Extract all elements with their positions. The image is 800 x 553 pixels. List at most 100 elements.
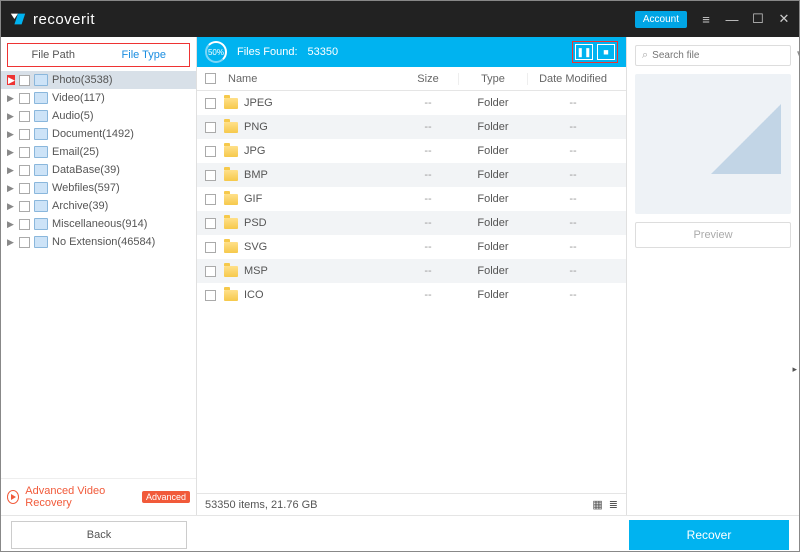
row-checkbox[interactable] [205, 122, 216, 133]
tree-item-8[interactable]: ▶Miscellaneous(914) [1, 215, 196, 233]
cell-size: -- [398, 193, 458, 205]
menu-icon[interactable]: ≡ [699, 12, 713, 27]
list-view-icon[interactable]: ≣ [609, 498, 618, 511]
folder-icon [224, 266, 238, 277]
tree-checkbox[interactable] [19, 129, 30, 140]
category-icon [34, 236, 48, 248]
row-checkbox[interactable] [205, 242, 216, 253]
tree-checkbox[interactable] [19, 183, 30, 194]
tree-item-2[interactable]: ▶Audio(5) [1, 107, 196, 125]
tree-item-4[interactable]: ▶Email(25) [1, 143, 196, 161]
search-box[interactable]: ⌕ [635, 45, 791, 66]
advanced-video-recovery[interactable]: Advanced Video Recovery Advanced [1, 478, 196, 515]
tree-item-6[interactable]: ▶Webfiles(597) [1, 179, 196, 197]
files-found-count: 53350 [308, 46, 339, 58]
cell-name: SVG [244, 241, 398, 253]
tree-item-9[interactable]: ▶ No Extension(46584) [1, 233, 196, 251]
chevron-right-icon[interactable]: ▶ [7, 147, 15, 158]
recover-button[interactable]: Recover [629, 520, 789, 550]
table-row[interactable]: SVG--Folder-- [197, 235, 626, 259]
table-row[interactable]: MSP--Folder-- [197, 259, 626, 283]
category-icon [34, 74, 48, 86]
row-checkbox[interactable] [205, 146, 216, 157]
chevron-right-icon[interactable]: ▶ [7, 165, 15, 176]
table-row[interactable]: GIF--Folder-- [197, 187, 626, 211]
row-checkbox[interactable] [205, 290, 216, 301]
row-checkbox[interactable] [205, 266, 216, 277]
col-type[interactable]: Type [458, 73, 528, 85]
cell-name: ICO [244, 289, 398, 301]
titlebar: recoverit Account ≡ — ☐ ✕ [1, 1, 799, 37]
tree-checkbox[interactable] [19, 111, 30, 122]
tree-checkbox[interactable] [19, 219, 30, 230]
cell-name: PSD [244, 217, 398, 229]
footer: Back Recover [1, 515, 799, 553]
table-row[interactable]: BMP--Folder-- [197, 163, 626, 187]
cell-size: -- [398, 169, 458, 181]
row-checkbox[interactable] [205, 218, 216, 229]
search-input[interactable] [652, 50, 784, 61]
cell-type: Folder [458, 241, 528, 253]
app-logo: recoverit [9, 10, 95, 28]
grid-view-icon[interactable]: ▦ [592, 498, 602, 511]
preview-button[interactable]: Preview [635, 222, 791, 248]
tab-file-type[interactable]: File Type [99, 44, 190, 66]
tree-checkbox[interactable] [19, 93, 30, 104]
folder-icon [224, 194, 238, 205]
minimize-button[interactable]: — [725, 12, 739, 27]
col-date[interactable]: Date Modified [528, 73, 618, 85]
chevron-right-icon[interactable]: ▶ [7, 93, 15, 104]
tree-item-5[interactable]: ▶DataBase(39) [1, 161, 196, 179]
chevron-right-icon[interactable]: ▶ [7, 237, 15, 248]
table-row[interactable]: ICO--Folder-- [197, 283, 626, 307]
tree-checkbox[interactable] [19, 201, 30, 212]
cell-date: -- [528, 217, 618, 229]
table-row[interactable]: JPG--Folder-- [197, 139, 626, 163]
tree-item-1[interactable]: ▶Video(117) [1, 89, 196, 107]
cell-name: GIF [244, 193, 398, 205]
cell-date: -- [528, 193, 618, 205]
chevron-right-icon[interactable]: ▶ [7, 129, 15, 140]
filter-tabs: File Path File Type [7, 43, 190, 67]
category-icon [34, 164, 48, 176]
expand-caret-icon[interactable]: ▸ [792, 364, 797, 375]
pause-scan-button[interactable]: ❚❚ [575, 44, 593, 60]
stop-scan-button[interactable]: ■ [597, 44, 615, 60]
tab-file-path[interactable]: File Path [8, 44, 99, 66]
cell-date: -- [528, 289, 618, 301]
category-icon [34, 128, 48, 140]
back-button[interactable]: Back [11, 521, 187, 549]
scan-progress-bar: 50% Files Found: 53350 ❚❚ ■ [197, 37, 626, 67]
row-checkbox[interactable] [205, 98, 216, 109]
col-name[interactable]: Name [224, 73, 398, 85]
tree-label: No Extension(46584) [52, 236, 155, 248]
chevron-right-icon[interactable]: ▶ [7, 111, 15, 122]
tree-item-7[interactable]: ▶ Archive(39) [1, 197, 196, 215]
files-found-label: Files Found: [237, 46, 298, 58]
chevron-right-icon[interactable]: ▶ [7, 75, 15, 85]
tree-checkbox[interactable] [19, 237, 30, 248]
preview-panel: ⌕ ∇ Preview ▸ [627, 37, 799, 515]
cell-name: MSP [244, 265, 398, 277]
col-size[interactable]: Size [398, 73, 458, 85]
maximize-button[interactable]: ☐ [751, 11, 765, 27]
close-button[interactable]: ✕ [777, 11, 791, 27]
chevron-right-icon[interactable]: ▶ [7, 183, 15, 194]
tree-label: Archive(39) [52, 200, 108, 212]
table-row[interactable]: PNG--Folder-- [197, 115, 626, 139]
account-button[interactable]: Account [635, 11, 687, 28]
tree-checkbox[interactable] [19, 165, 30, 176]
row-checkbox[interactable] [205, 194, 216, 205]
chevron-right-icon[interactable]: ▶ [7, 219, 15, 230]
chevron-right-icon[interactable]: ▶ [7, 201, 15, 212]
table-row[interactable]: PSD--Folder-- [197, 211, 626, 235]
table-header: Name Size Type Date Modified [197, 67, 626, 91]
select-all-checkbox[interactable] [205, 73, 216, 84]
advanced-label: Advanced Video Recovery [25, 485, 136, 509]
tree-checkbox[interactable] [19, 147, 30, 158]
row-checkbox[interactable] [205, 170, 216, 181]
tree-checkbox[interactable] [19, 75, 30, 86]
tree-item-3[interactable]: ▶Document(1492) [1, 125, 196, 143]
tree-item-0[interactable]: ▶Photo(3538) [1, 71, 196, 89]
table-row[interactable]: JPEG--Folder-- [197, 91, 626, 115]
